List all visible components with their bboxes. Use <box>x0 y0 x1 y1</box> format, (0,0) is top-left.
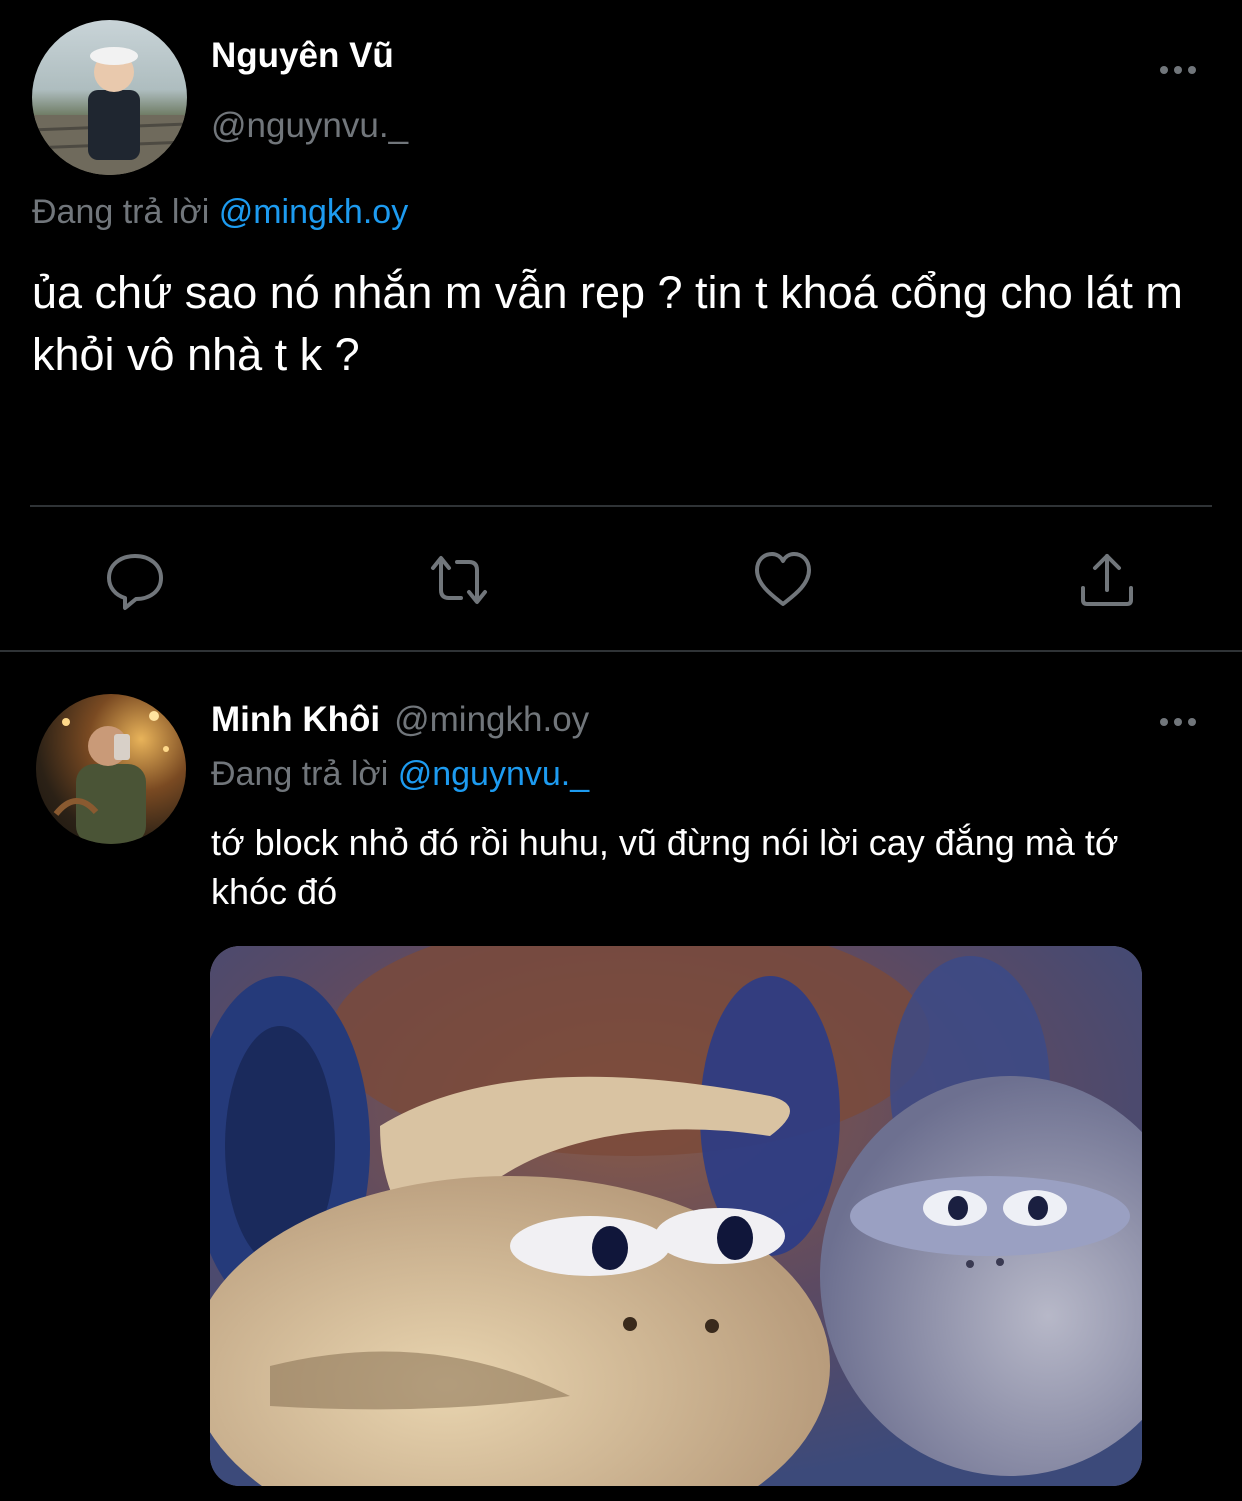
divider <box>0 650 1242 652</box>
avatar-photo <box>32 47 187 175</box>
share-icon[interactable] <box>1075 548 1139 612</box>
replying-to: Đang trả lời @nguynvu._ <box>211 755 589 794</box>
avatar-photo <box>53 711 169 844</box>
replying-to-label: Đang trả lời <box>211 755 389 793</box>
display-name[interactable]: Minh Khôi <box>211 700 380 739</box>
replying-to-label: Đang trả lời <box>32 193 210 231</box>
divider <box>30 505 1212 507</box>
reply-mention-link[interactable]: @mingkh.oy <box>219 193 408 231</box>
tweet-header: Minh Khôi @mingkh.oy <box>211 700 589 740</box>
display-name[interactable]: Nguyên Vũ <box>211 36 394 76</box>
replying-to: Đang trả lời @mingkh.oy <box>32 193 408 232</box>
user-handle[interactable]: @nguynvu._ <box>211 106 408 146</box>
ellipsis-icon[interactable] <box>1158 54 1198 88</box>
user-handle[interactable]: @mingkh.oy <box>394 700 589 739</box>
ellipsis-icon[interactable] <box>1158 706 1198 740</box>
meme-image <box>210 946 1142 1486</box>
avatar[interactable] <box>36 694 186 844</box>
retweet-icon[interactable] <box>427 548 491 612</box>
tweet-text: tớ block nhỏ đó rồi huhu, vũ đừng nói lờ… <box>211 822 1119 912</box>
reply-mention-link[interactable]: @nguynvu._ <box>398 755 589 793</box>
media-image[interactable] <box>210 946 1142 1486</box>
avatar[interactable] <box>32 20 187 175</box>
tweet-text: ủa chứ sao nó nhắn m vẫn rep ? tin t kho… <box>32 267 1183 380</box>
like-icon[interactable] <box>751 548 815 612</box>
reply-icon[interactable] <box>103 548 167 612</box>
